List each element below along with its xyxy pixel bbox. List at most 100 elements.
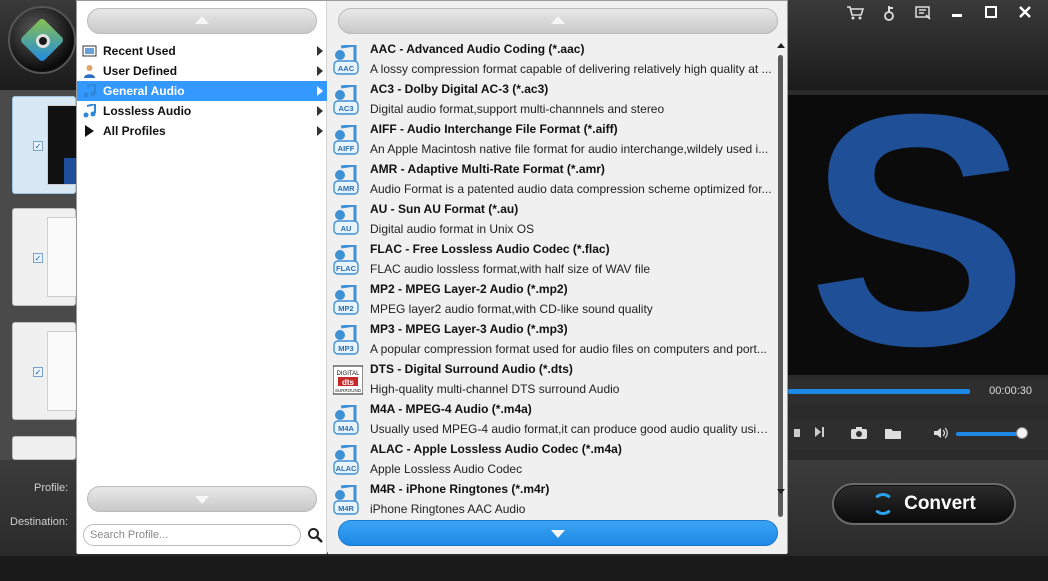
format-scroll-up-button[interactable]	[338, 8, 778, 34]
feedback-icon[interactable]	[908, 5, 938, 25]
category-label: General Audio	[103, 84, 185, 98]
svg-text:AU: AU	[341, 224, 352, 233]
file-item[interactable]: ✓	[12, 322, 77, 420]
format-item[interactable]: M4A M4A - MPEG-4 Audio (*.m4a) Usually use…	[328, 401, 774, 441]
format-item[interactable]: MP3 MP3 - MPEG Layer-3 Audio (*.mp3) A pop…	[328, 321, 774, 361]
audio-format-icon: AU	[333, 203, 363, 237]
submenu-arrow-icon	[317, 66, 323, 76]
folder-icon[interactable]	[884, 426, 902, 442]
svg-text:AMR: AMR	[337, 184, 355, 193]
category-label: All Profiles	[103, 124, 166, 138]
svg-text:SURROUND: SURROUND	[335, 388, 362, 393]
audio-format-icon: MP2	[333, 283, 363, 317]
format-name: M4R - iPhone Ringtones (*.m4r)	[370, 482, 550, 496]
format-scroll-down-button[interactable]	[338, 520, 778, 546]
playback-progress[interactable]: 00:00:30	[788, 380, 1048, 404]
format-description: Digital audio format in Unix OS	[370, 222, 535, 236]
svg-text:MP3: MP3	[338, 344, 353, 353]
format-item[interactable]: AAC AAC - Advanced Audio Coding (*.aac) A …	[328, 41, 774, 81]
audio-format-icon: M4R	[333, 483, 363, 517]
format-item[interactable]: AC3 AC3 - Dolby Digital AC-3 (*.ac3) Digit…	[328, 81, 774, 121]
next-frame-icon[interactable]	[810, 426, 828, 442]
format-item[interactable]: FLAC FLAC - Free Lossless Audio Codec (*.…	[328, 241, 774, 281]
volume-icon[interactable]	[932, 426, 950, 442]
format-name: AC3 - Dolby Digital AC-3 (*.ac3)	[370, 82, 549, 96]
convert-button[interactable]: Convert	[832, 483, 1016, 525]
file-item[interactable]: ✓	[12, 208, 77, 306]
category-scroll-down-button[interactable]	[87, 486, 317, 512]
volume-knob[interactable]	[1016, 427, 1028, 439]
search-input[interactable]	[86, 526, 296, 544]
category-item[interactable]: General Audio	[77, 81, 327, 101]
format-item[interactable]: AU AU - Sun AU Format (*.au) Digital audio…	[328, 201, 774, 241]
destination-label: Destination:	[10, 516, 69, 528]
search-icon[interactable]	[307, 527, 323, 543]
format-name: AAC - Advanced Audio Coding (*.aac)	[370, 42, 585, 56]
recent-icon	[82, 44, 97, 58]
file-checkbox[interactable]: ✓	[33, 253, 43, 263]
format-item[interactable]: DIGITAL dts SURROUND DTS - Digital Surround…	[328, 361, 774, 401]
format-item[interactable]: AIFF AIFF - Audio Interchange File Format…	[328, 121, 774, 161]
category-item[interactable]: Lossless Audio	[77, 101, 327, 121]
audio-format-icon: DIGITAL dts SURROUND	[332, 365, 364, 397]
category-pane: Recent Used User Defined General Audio Loss…	[77, 1, 327, 554]
chevron-up-icon	[551, 16, 565, 24]
category-label: User Defined	[103, 64, 178, 78]
svg-text:ALAC: ALAC	[336, 464, 357, 473]
category-item[interactable]: Recent Used	[77, 41, 327, 61]
category-scroll-up-button[interactable]	[87, 8, 317, 34]
audio-format-icon: AIFF	[333, 123, 363, 157]
window-controls	[840, 5, 1040, 25]
cart-icon[interactable]	[840, 5, 870, 25]
minimize-icon[interactable]	[942, 5, 972, 25]
playback-time: 00:00:30	[989, 385, 1032, 397]
file-thumbnail	[47, 217, 77, 297]
submenu-arrow-icon	[317, 86, 323, 96]
format-description: Digital audio format,support multi-chann…	[370, 102, 665, 116]
audio-format-icon: AMR	[333, 163, 363, 197]
file-item[interactable]	[12, 436, 76, 460]
close-icon[interactable]	[1010, 5, 1040, 25]
snapshot-icon[interactable]	[850, 426, 868, 442]
format-item[interactable]: AMR AMR - Adaptive Multi-Rate Format (*.a…	[328, 161, 774, 201]
category-item[interactable]: All Profiles	[77, 121, 327, 141]
format-description: A popular compression format used for au…	[370, 342, 767, 356]
format-scrollbar[interactable]	[777, 41, 785, 517]
format-item[interactable]: ALAC ALAC - Apple Lossless Audio Codec (*…	[328, 441, 774, 481]
svg-text:M4A: M4A	[338, 424, 354, 433]
file-thumbnail	[47, 331, 77, 411]
format-description: iPhone Ringtones AAC Audio	[370, 502, 526, 516]
audio-format-icon: AC3	[333, 83, 363, 117]
audio-format-icon: MP3	[333, 323, 363, 357]
progress-bar[interactable]	[788, 389, 970, 394]
scrollbar-thumb[interactable]	[778, 55, 783, 517]
maximize-icon[interactable]	[976, 5, 1006, 25]
format-name: MP3 - MPEG Layer-3 Audio (*.mp3)	[370, 322, 568, 336]
format-item[interactable]: M4R M4R - iPhone Ringtones (*.m4r) iPhone …	[328, 481, 774, 517]
format-description: An Apple Macintosh native file format fo…	[370, 142, 769, 156]
format-name: FLAC - Free Lossless Audio Codec (*.flac…	[370, 242, 610, 256]
profile-dropdown: Recent Used User Defined General Audio Loss…	[76, 0, 788, 554]
svg-text:AIFF: AIFF	[338, 144, 355, 153]
file-item[interactable]: ✓	[12, 96, 77, 194]
chevron-up-icon	[195, 16, 209, 24]
format-item[interactable]: MP2 MP2 - MPEG Layer-2 Audio (*.mp2) MPEG …	[328, 281, 774, 321]
stop-icon[interactable]	[788, 426, 806, 442]
file-checkbox[interactable]: ✓	[33, 141, 43, 151]
file-checkbox[interactable]: ✓	[33, 367, 43, 377]
scroll-up-arrow-icon[interactable]	[777, 43, 785, 48]
key-icon[interactable]	[874, 5, 904, 25]
svg-text:AAC: AAC	[338, 64, 355, 73]
chevron-down-icon	[551, 530, 565, 538]
category-label: Recent Used	[103, 44, 176, 58]
volume-slider[interactable]	[956, 432, 1022, 436]
music-note-icon	[82, 102, 97, 118]
svg-text:MP2: MP2	[338, 304, 353, 313]
format-description: Audio Format is a patented audio data co…	[370, 182, 772, 196]
format-description: MPEG layer2 audio format,with CD-like so…	[370, 302, 653, 316]
format-list: AAC AAC - Advanced Audio Coding (*.aac) A …	[328, 41, 774, 517]
category-item[interactable]: User Defined	[77, 61, 327, 81]
profile-label: Profile:	[34, 482, 69, 494]
format-description: Usually used MPEG-4 audio format,it can …	[370, 422, 772, 436]
scroll-down-arrow-icon[interactable]	[777, 489, 785, 494]
